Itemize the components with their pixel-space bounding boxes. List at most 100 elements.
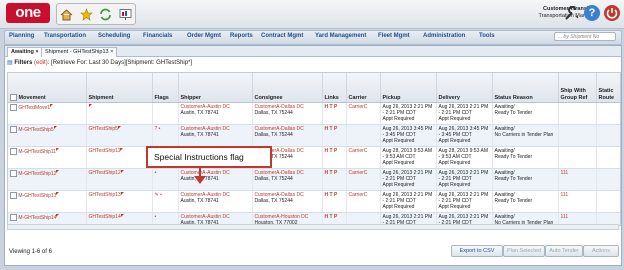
group-ref-link[interactable]: 111 — [561, 170, 569, 176]
nav-tools[interactable]: Tools — [479, 33, 495, 39]
nav-order-mgmt[interactable]: Order Mgmt — [187, 33, 221, 39]
group-ref-link[interactable]: 111 — [561, 192, 569, 198]
quick-toolbar — [56, 3, 136, 25]
row-checkbox[interactable] — [10, 214, 17, 221]
pickup-note: Appt Required — [382, 160, 415, 166]
group-ref-link[interactable]: 111 — [561, 214, 569, 220]
row-checkbox[interactable] — [10, 192, 17, 199]
shipment-link[interactable]: GHTestShip11 — [89, 148, 121, 154]
notes-flag-icon — [50, 104, 54, 107]
presentation-icon[interactable] — [118, 7, 132, 21]
export-csv-button[interactable]: Export to CSV — [451, 245, 503, 257]
carrier-link[interactable]: CarrierC — [349, 148, 368, 154]
links-htp[interactable]: H T P — [325, 214, 338, 220]
filters-text: : [Retrieve For: Last 30 Days][Shipment:… — [47, 60, 193, 66]
flags-cell[interactable]: • — [155, 214, 157, 220]
nav-financials[interactable]: Financials — [143, 33, 172, 39]
pickup-time: Aug 26, 2013 3:45 PM - 3:45 PM CDT — [382, 126, 433, 138]
row-checkbox[interactable] — [10, 148, 17, 155]
col-pickup[interactable]: Pickup — [380, 73, 437, 103]
nav-contract-mgmt[interactable]: Contract Mgmt — [261, 33, 303, 39]
shipment-link[interactable]: GHTestShip12 — [89, 170, 121, 176]
plan-selected-button[interactable]: Plan Selected — [503, 245, 545, 257]
nav-administration[interactable]: Administration — [423, 33, 465, 39]
movement-link[interactable]: M-GHTestShip11 — [18, 149, 56, 155]
table-row[interactable]: GHTestMove1 CustomerA-Austin DC Austin, TX… — [8, 102, 620, 125]
pickup-note: Appt Required — [382, 116, 415, 122]
tab-shipment[interactable]: Shipment - GHTestShip13 × — [41, 47, 118, 57]
close-icon[interactable]: × — [35, 49, 38, 55]
col-carrier[interactable]: Carrier — [346, 73, 381, 103]
links-htp[interactable]: H T P — [325, 192, 338, 198]
col-shipment[interactable]: Shipment — [86, 73, 153, 103]
nav-transportation[interactable]: Transportation — [44, 33, 86, 39]
links-htp[interactable]: H T P — [325, 104, 338, 110]
table-row[interactable]: M-GHTestShip12 GHTestShip12 • CustomerA-Aus… — [8, 168, 620, 191]
select-all-checkbox[interactable] — [10, 93, 17, 101]
delivery-time: Aug 26, 2013 2:21 PM - 2:21 PM CDT — [438, 170, 489, 182]
tab-awaiting[interactable]: Awaiting × — [7, 47, 43, 57]
carrier-link[interactable]: CarrierC — [349, 170, 368, 176]
col-links[interactable]: Links — [322, 73, 347, 103]
delivery-note: Appt Required — [438, 160, 471, 166]
col-group-ref[interactable]: Ship With Group Ref — [558, 73, 597, 103]
movement-link[interactable]: M-GHTestShip13 — [18, 193, 56, 199]
delivery-time: Aug 26, 2013 3:45 PM - 3:45 PM CDT — [438, 126, 489, 138]
movement-link[interactable]: GHTestMove1 — [18, 105, 50, 111]
shipment-link[interactable]: GHTestShip14 — [89, 214, 121, 220]
shipper-location: Austin, TX 78741 — [180, 132, 219, 138]
refresh-icon[interactable] — [99, 7, 113, 21]
row-checkbox[interactable] — [10, 170, 17, 177]
col-flags[interactable]: Flags — [152, 73, 179, 103]
nav-reports[interactable]: Reports — [230, 33, 253, 39]
shipment-link[interactable]: GHTestShip13 — [89, 192, 121, 198]
movement-link[interactable]: M-GHTestShip12 — [18, 171, 56, 177]
main-nav: Planning Transportation Scheduling Finan… — [4, 30, 622, 45]
nav-fleet-mgmt[interactable]: Fleet Mgmt — [378, 33, 410, 39]
links-htp[interactable]: H T P — [325, 148, 338, 154]
nav-planning[interactable]: Planning — [9, 33, 34, 39]
filters-edit-link[interactable]: (edit) — [34, 60, 48, 66]
filters-label: Filters — [14, 60, 33, 66]
auto-tender-button[interactable]: Auto Tender — [545, 245, 583, 257]
nav-yard-management[interactable]: Yard Management — [315, 33, 366, 39]
table-row[interactable]: M-GHTestShip11GHTestShip11CustomerA-Aust… — [8, 146, 620, 169]
row-checkbox[interactable] — [10, 126, 17, 133]
col-static-route[interactable]: Static Route — [596, 73, 620, 103]
close-icon[interactable]: × — [110, 49, 113, 55]
star-icon[interactable] — [79, 7, 93, 21]
flags-cell[interactable]: ✎ • — [155, 192, 162, 198]
nav-scheduling[interactable]: Scheduling — [98, 33, 130, 39]
table-row[interactable]: M-GHTestShip13 GHTestShip13 ✎ • CustomerA-A… — [8, 190, 620, 213]
flags-cell[interactable]: • — [155, 170, 157, 176]
wrench-icon[interactable] — [563, 6, 579, 24]
actions-button[interactable]: Actions — [583, 245, 619, 257]
flags-cell[interactable]: ? • — [155, 126, 161, 132]
links-htp[interactable]: H T P — [325, 126, 338, 132]
carrier-link[interactable]: CarrierC — [349, 104, 368, 110]
help-icon[interactable]: ? — [584, 5, 600, 21]
row-checkbox[interactable] — [10, 104, 17, 111]
col-delivery[interactable]: Delivery — [436, 73, 493, 103]
shipment-link[interactable]: GHTestShip5 — [89, 126, 118, 132]
delivery-time: Aug 26, 2013 2:21 PM - 2:21 PM CDT — [438, 104, 489, 116]
notes-flag-icon — [117, 126, 121, 129]
col-shipper[interactable]: Shipper — [178, 73, 253, 103]
col-movement[interactable]: Movement — [8, 73, 87, 103]
shipper-location: Austin, TX 78741 — [180, 198, 219, 204]
movement-link[interactable]: M-GHTestShip5 — [18, 127, 53, 133]
power-icon[interactable] — [604, 5, 620, 21]
movement-link[interactable]: M-GHTestShip14 — [18, 215, 56, 221]
shipment-search-input[interactable]: ... by Shipment No — [554, 32, 616, 41]
table-row[interactable]: M-GHTestShip5 GHTestShip5? • CustomerA-Aus… — [8, 124, 620, 147]
notes-flag-icon — [56, 148, 60, 151]
col-status-reason[interactable]: Status Reason — [492, 73, 559, 103]
carrier-link[interactable]: CarrierC — [349, 192, 368, 198]
delivery-time: Aug 28, 2013 9:53 AM - 9:53 AM CDT — [438, 148, 488, 160]
links-htp[interactable]: H T P — [325, 170, 338, 176]
consignee-location: Dallas, TX 75244 — [254, 110, 293, 116]
home-icon[interactable] — [60, 7, 74, 21]
app-logo[interactable]: one — [6, 3, 50, 23]
horizontal-scrollbar[interactable] — [7, 224, 619, 230]
col-consignee[interactable]: Consignee — [252, 73, 323, 103]
